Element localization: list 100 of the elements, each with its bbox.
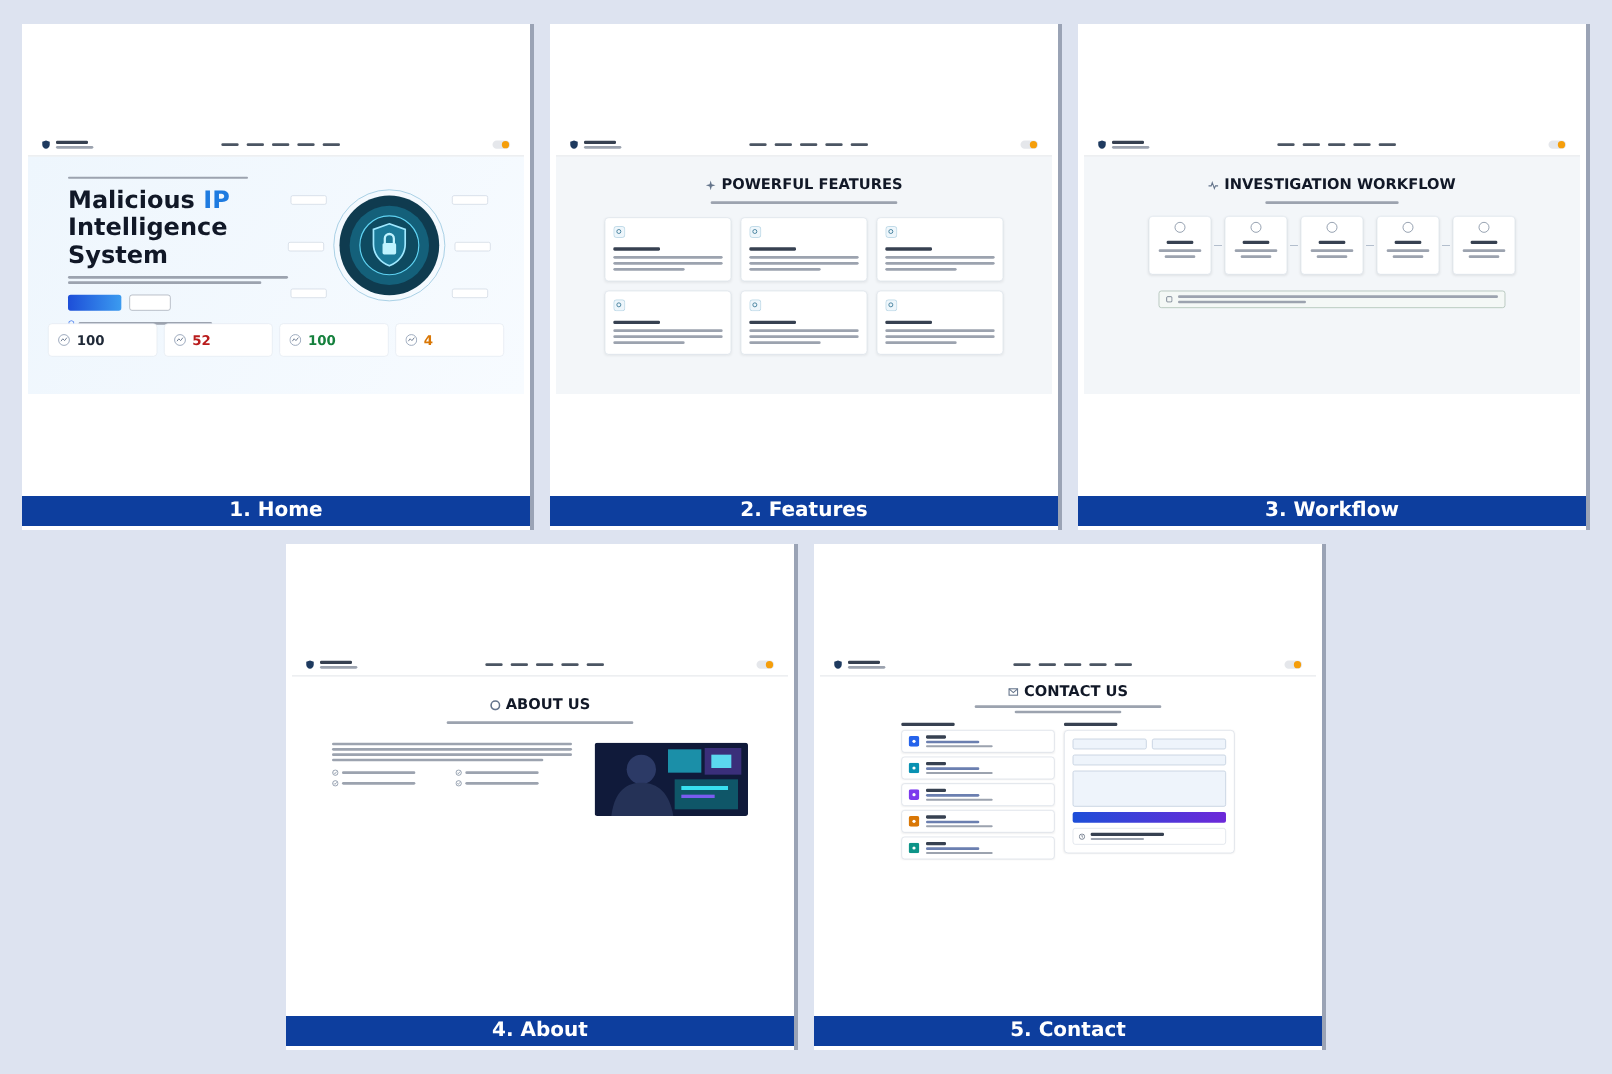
text-line — [749, 247, 796, 251]
text-line — [1164, 255, 1196, 258]
panel-caption: 3. Workflow — [1078, 496, 1586, 526]
text-line — [1378, 143, 1396, 146]
text-line — [1064, 663, 1082, 666]
text-line — [1240, 255, 1272, 258]
feature-icon — [749, 226, 762, 238]
input-field[interactable] — [1072, 754, 1226, 766]
sparkle-icon — [705, 179, 717, 191]
text-line — [885, 247, 932, 251]
text-line — [1316, 255, 1348, 258]
text-line — [613, 335, 723, 338]
text-line — [1468, 255, 1500, 258]
text-line — [1353, 143, 1371, 146]
theme-toggle-icon[interactable] — [756, 659, 775, 670]
feature-icon — [885, 226, 898, 238]
panel-caption: 1. Home — [22, 496, 530, 526]
hero-title: Malicious IP Intelligence System — [68, 186, 232, 270]
text-line — [1310, 249, 1354, 252]
primary-button[interactable] — [68, 294, 122, 311]
text-line — [885, 268, 957, 271]
text-line — [1114, 663, 1132, 666]
feature-icon — [613, 226, 626, 238]
text-line — [885, 320, 932, 324]
feature-icon — [885, 299, 898, 312]
text-line — [1318, 240, 1346, 244]
text-line — [613, 341, 685, 344]
panel-caption: 5. Contact — [814, 1016, 1322, 1046]
text-line — [885, 329, 995, 332]
tag-pill — [452, 288, 488, 298]
text-line — [1038, 663, 1056, 666]
theme-toggle-icon[interactable] — [492, 139, 511, 150]
text-line — [613, 262, 723, 265]
text-line — [78, 322, 212, 325]
message-field[interactable] — [1072, 770, 1226, 807]
text-line — [221, 143, 239, 146]
text-line — [536, 663, 554, 666]
tag-pill — [288, 242, 324, 252]
text-line — [586, 663, 604, 666]
text-line — [749, 341, 821, 344]
text-line — [1242, 240, 1270, 244]
text-line — [1064, 722, 1118, 726]
text-line — [272, 143, 290, 146]
text-line — [246, 143, 264, 146]
text-line — [613, 268, 685, 271]
text-line — [1277, 143, 1295, 146]
text-line — [1265, 201, 1399, 204]
text-line — [825, 143, 843, 146]
text-line — [1462, 249, 1506, 252]
text-line — [749, 143, 767, 146]
tag-pill — [452, 195, 488, 205]
text-line — [297, 143, 315, 146]
text-line — [885, 341, 957, 344]
theme-toggle-icon[interactable] — [1020, 139, 1039, 150]
text-line — [1392, 255, 1424, 258]
text-line — [749, 320, 796, 324]
text-line — [885, 335, 995, 338]
panel-caption: 4. About — [286, 1016, 794, 1046]
feature-icon — [749, 299, 762, 312]
text-line — [613, 256, 723, 259]
text-line — [342, 782, 416, 785]
text-line — [613, 320, 660, 324]
theme-toggle-icon[interactable] — [1284, 659, 1303, 670]
text-line — [1089, 663, 1107, 666]
send-button[interactable] — [1072, 812, 1226, 823]
shield-logo-icon — [305, 660, 315, 670]
text-line — [850, 143, 868, 146]
text-line — [800, 143, 818, 146]
text-line — [561, 663, 579, 666]
text-line — [749, 329, 859, 332]
input-field[interactable] — [1152, 738, 1226, 750]
text-line — [510, 663, 528, 666]
shield-logo-icon — [1097, 140, 1107, 150]
input-field[interactable] — [1072, 738, 1147, 750]
text-line — [1234, 249, 1278, 252]
text-line — [1166, 240, 1194, 244]
text-line — [322, 143, 340, 146]
panel-caption: 2. Features — [550, 496, 1058, 526]
feature-icon — [613, 299, 626, 312]
text-line — [885, 256, 995, 259]
text-line — [749, 268, 821, 271]
text-line — [749, 256, 859, 259]
text-line — [1386, 249, 1430, 252]
text-line — [749, 335, 859, 338]
shield-logo-icon — [833, 660, 843, 670]
text-line — [901, 722, 955, 726]
tag-pill — [290, 195, 327, 205]
text-line — [749, 262, 859, 265]
text-line — [485, 663, 503, 666]
text-line — [885, 262, 995, 265]
text-line — [1470, 240, 1498, 244]
tag-pill — [454, 242, 491, 252]
text-line — [1302, 143, 1320, 146]
text-line — [1394, 240, 1422, 244]
text-line — [1328, 143, 1346, 146]
text-line — [1158, 249, 1202, 252]
shield-logo-icon — [569, 140, 579, 150]
dropdown-button[interactable] — [129, 294, 171, 311]
theme-toggle-icon[interactable] — [1548, 139, 1567, 150]
text-line — [613, 247, 660, 251]
